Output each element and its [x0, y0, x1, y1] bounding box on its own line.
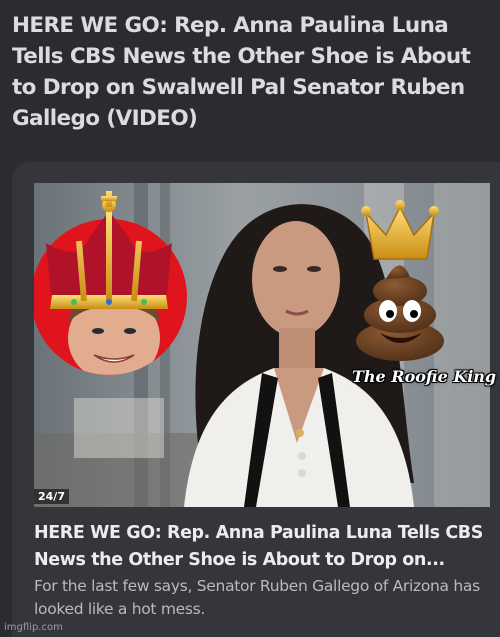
photo-illustration — [34, 183, 490, 507]
network-tag: 24/7 — [34, 489, 69, 504]
watermark: imgflip.com — [4, 622, 63, 633]
card-title[interactable]: HERE WE GO: Rep. Anna Paulina Luna Tells… — [34, 520, 494, 574]
article-photo[interactable] — [34, 183, 490, 507]
article-headline[interactable]: HERE WE GO: Rep. Anna Paulina Luna Tells… — [12, 10, 490, 134]
overlay-caption: The Roofie King — [352, 367, 497, 386]
card-summary: For the last few says, Senator Ruben Gal… — [34, 577, 480, 618]
